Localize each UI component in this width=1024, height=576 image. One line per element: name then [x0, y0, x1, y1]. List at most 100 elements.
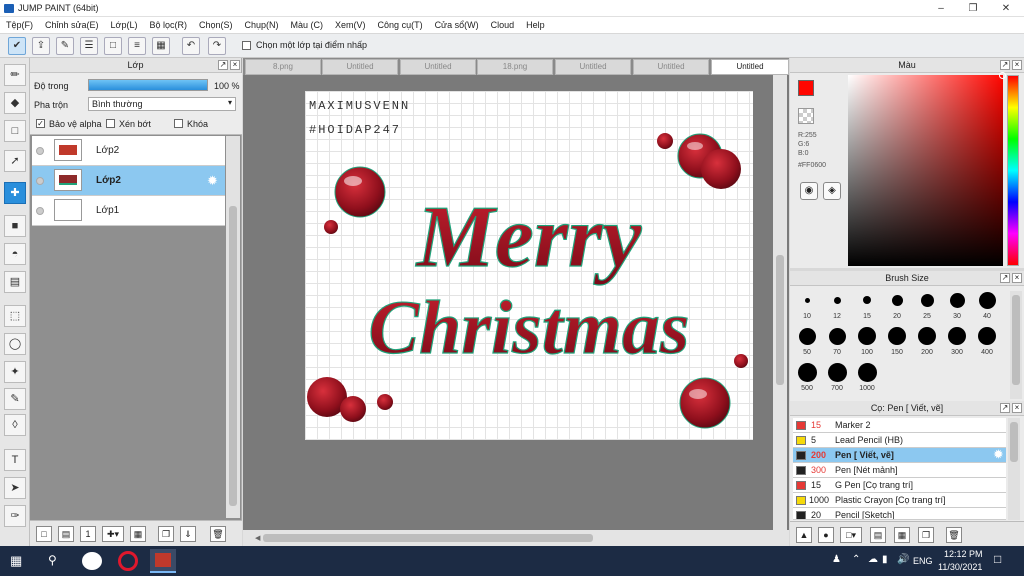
duplicate-icon[interactable]: ❐	[158, 526, 174, 542]
trash-icon[interactable]: 🗑	[946, 527, 962, 543]
taskbar-time[interactable]: 12:12 PM	[944, 549, 983, 559]
document-icon[interactable]: □	[104, 37, 122, 55]
brush-size-option[interactable]: 25	[912, 289, 942, 320]
brush-size-option[interactable]: 300	[942, 325, 972, 356]
brush-size-option[interactable]: 200	[912, 325, 942, 356]
layer-row[interactable]: Lớp2	[32, 136, 225, 166]
export-icon[interactable]: ⇪	[32, 37, 50, 55]
menu-file[interactable]: Tệp(F)	[6, 20, 33, 30]
brush-item[interactable]: 300 Pen [Nét mảnh]	[793, 463, 1006, 478]
zalo-app-icon[interactable]	[82, 552, 102, 570]
brush-size-option[interactable]: 12	[822, 289, 852, 320]
menu-tools[interactable]: Công cụ(T)	[378, 20, 423, 30]
opera-browser-icon[interactable]	[118, 551, 138, 571]
brush-size-option[interactable]: 40	[972, 289, 1002, 320]
volume-icon[interactable]: 🔊	[897, 554, 909, 565]
merge-icon[interactable]: ⇓	[180, 526, 196, 542]
tab-document[interactable]: Untitled	[555, 59, 631, 75]
move-icon[interactable]: ✚	[4, 182, 26, 204]
visibility-icon[interactable]	[36, 147, 44, 155]
hue-slider[interactable]	[1007, 75, 1019, 266]
lasso-icon[interactable]: ◯	[4, 333, 26, 355]
duplicate-icon[interactable]: ❐	[918, 527, 934, 543]
trash-icon[interactable]: 🗑	[210, 526, 226, 542]
canvas-vertical-scrollbar[interactable]	[773, 75, 787, 530]
redo-icon[interactable]: ↷	[208, 37, 226, 55]
menu-help[interactable]: Help	[526, 20, 545, 30]
menu-capture[interactable]: Chụp(N)	[245, 20, 279, 30]
brush-item[interactable]: 15 Marker 2	[793, 418, 1006, 433]
text-icon[interactable]: T	[4, 449, 26, 471]
brush-size-option[interactable]: 50	[792, 325, 822, 356]
select-layer-checkbox[interactable]	[242, 41, 251, 50]
brush-size-option[interactable]: 150	[882, 325, 912, 356]
minimize-button[interactable]: –	[925, 0, 957, 17]
eraser-icon[interactable]: ◆	[4, 92, 26, 114]
tab-active-document[interactable]: Untitled	[711, 59, 789, 75]
blend-mode-select[interactable]: Bình thường ▾	[88, 97, 236, 111]
windows-start-icon[interactable]: ▦	[10, 553, 22, 569]
new-layer-1bit-icon[interactable]: 1	[80, 526, 96, 542]
canvas-document[interactable]: MAXIMUSVENN #HOIDAP247 Merry Christmas	[305, 91, 753, 440]
battery-icon[interactable]: ▮	[882, 554, 888, 565]
protect-alpha-checkbox[interactable]: ✓	[36, 119, 45, 128]
menu-select[interactable]: Chọn(S)	[199, 20, 233, 30]
tab-document[interactable]: 18.png	[477, 59, 553, 75]
tray-chevron-icon[interactable]: ⌃	[852, 554, 860, 565]
magic-wand-icon[interactable]: ✦	[4, 361, 26, 383]
brush-item-selected[interactable]: 200 Pen [ Viết, vẽ] ✹	[793, 448, 1006, 463]
panel-close-icon[interactable]: ×	[1012, 273, 1022, 283]
transparent-color-swatch[interactable]	[798, 108, 814, 124]
panel-close-icon[interactable]: ×	[230, 60, 240, 70]
brush-item[interactable]: 1000 Plastic Crayon [Cọ trang trí]	[793, 493, 1006, 508]
brush-size-option[interactable]: 100	[852, 325, 882, 356]
layer-scrollbar[interactable]	[226, 136, 240, 518]
brush-item[interactable]: 5 Lead Pencil (HB)	[793, 433, 1006, 448]
brush-size-option[interactable]: 15	[852, 289, 882, 320]
undo-icon[interactable]: ↶	[182, 37, 200, 55]
tab-document[interactable]: Untitled	[633, 59, 709, 75]
brush-size-scrollbar[interactable]	[1010, 291, 1022, 399]
fill-rect-icon[interactable]: ■	[4, 215, 26, 237]
menu-filter[interactable]: Bộ lọc(R)	[149, 20, 187, 30]
panel-float-icon[interactable]: ↗	[1000, 403, 1010, 413]
brush-copy-icon[interactable]: ▤	[870, 527, 886, 543]
jump-paint-taskbar-icon[interactable]	[150, 549, 176, 573]
search-icon[interactable]: ⚲	[48, 553, 57, 567]
line-icon[interactable]: ➚	[4, 150, 26, 172]
brush-size-option[interactable]: 10	[792, 289, 822, 320]
rect-select-icon[interactable]: ⬚	[4, 305, 26, 327]
visibility-icon[interactable]	[36, 207, 44, 215]
notifications-icon[interactable]: □	[994, 552, 1001, 566]
folder-icon[interactable]: ▦	[894, 527, 910, 543]
palette-icon[interactable]: ◉	[800, 182, 818, 200]
eyedropper-icon[interactable]: ✑	[4, 505, 26, 527]
brush-size-option[interactable]: 500	[792, 361, 822, 392]
brush-size-option[interactable]: 1000	[852, 361, 882, 392]
panel-close-icon[interactable]: ×	[1012, 403, 1022, 413]
clipping-checkbox[interactable]	[106, 119, 115, 128]
select-pen-icon[interactable]: ✎	[4, 388, 26, 410]
select-eraser-icon[interactable]: ◊	[4, 414, 26, 436]
onedrive-icon[interactable]: ☁	[868, 554, 878, 565]
menu-view[interactable]: Xem(V)	[335, 20, 366, 30]
layer-row[interactable]: Lớp1	[32, 196, 225, 226]
brush-menu-icon[interactable]: □▾	[840, 527, 862, 543]
maximize-button[interactable]: ❐	[957, 0, 989, 17]
language-indicator[interactable]: ENG	[913, 556, 933, 566]
add-brush-icon[interactable]: ▲	[796, 527, 812, 543]
tab-document[interactable]: 8.png	[245, 59, 321, 75]
menu-color[interactable]: Màu (C)	[291, 20, 324, 30]
brush-settings-icon[interactable]: ●	[818, 527, 834, 543]
brush-size-option[interactable]: 70	[822, 325, 852, 356]
primary-color-swatch[interactable]	[798, 80, 814, 96]
taskbar-date[interactable]: 11/30/2021	[938, 562, 982, 572]
panel-float-icon[interactable]: ↗	[1000, 273, 1010, 283]
add-layer-menu-icon[interactable]: ✚▾	[102, 526, 124, 542]
list-icon[interactable]: ≡	[128, 37, 146, 55]
panel-close-icon[interactable]: ×	[1012, 60, 1022, 70]
new-layer-8bit-icon[interactable]: ▤	[58, 526, 74, 542]
brush-size-option[interactable]: 700	[822, 361, 852, 392]
menu-layer[interactable]: Lớp(L)	[111, 20, 138, 30]
bucket-icon[interactable]: ◓	[4, 243, 26, 265]
